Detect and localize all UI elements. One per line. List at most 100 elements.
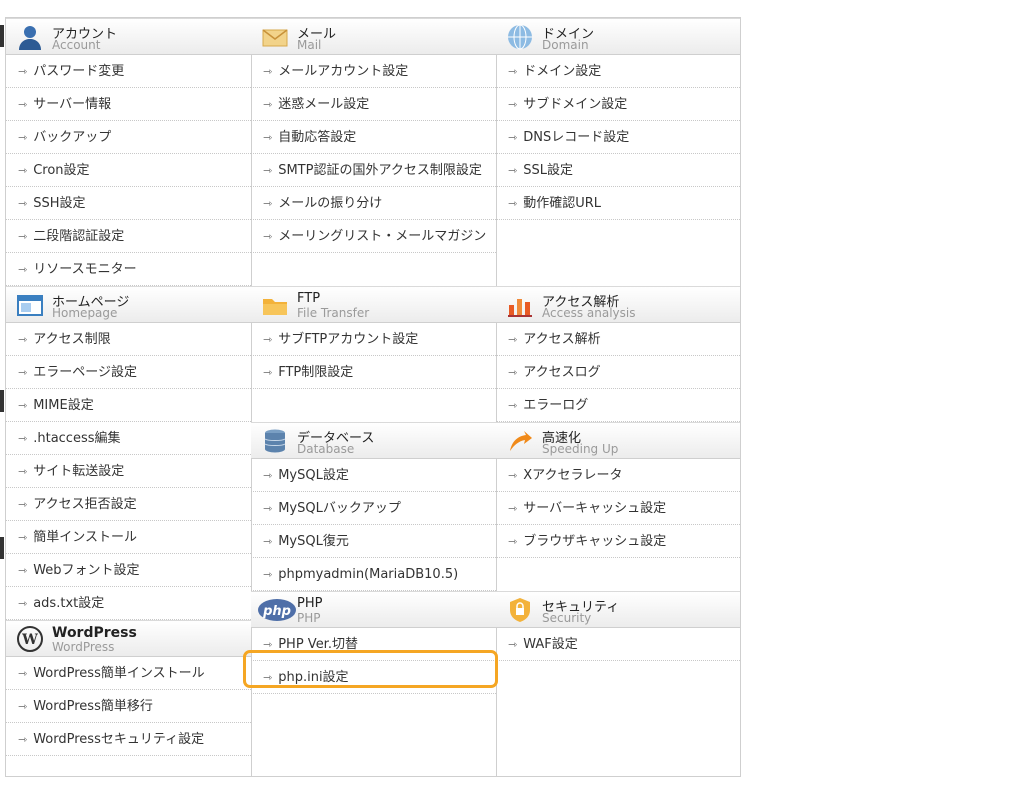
- section-subtitle: Homepage: [52, 306, 118, 320]
- menu-link-label: WAF設定: [523, 637, 578, 652]
- menu-link-wordpress-0[interactable]: ⇾ WordPress簡単インストール: [6, 657, 251, 690]
- arrow-icon: ⇾: [508, 197, 518, 210]
- menu-link-mail-2[interactable]: ⇾ 自動応答設定: [251, 121, 496, 154]
- folder-icon: [261, 291, 289, 319]
- menu-link-access-0[interactable]: ⇾ アクセス解析: [496, 323, 740, 356]
- menu-link-homepage-6[interactable]: ⇾ 簡単インストール: [6, 521, 251, 554]
- arrow-icon: ⇾: [508, 333, 518, 346]
- envelope-icon: [261, 23, 289, 51]
- left-edge-marker: [0, 390, 4, 412]
- menu-link-access-2[interactable]: ⇾ エラーログ: [496, 389, 740, 422]
- menu-link-mail-4[interactable]: ⇾ メールの振り分け: [251, 187, 496, 220]
- menu-link-label: FTP制限設定: [278, 365, 354, 380]
- menu-link-mail-5[interactable]: ⇾ メーリングリスト・メールマガジン: [251, 220, 496, 253]
- menu-link-ftp-0[interactable]: ⇾ サブFTPアカウント設定: [251, 323, 496, 356]
- empty-cell: [496, 220, 740, 253]
- menu-link-database-1[interactable]: ⇾ MySQLバックアップ: [251, 492, 496, 525]
- menu-link-label: MySQL設定: [278, 468, 349, 483]
- arrow-icon: ⇾: [18, 65, 28, 78]
- bar-chart-icon: [506, 291, 534, 319]
- menu-link-label: ブラウザキャッシュ設定: [523, 534, 667, 549]
- menu-link-label: バックアップ: [33, 130, 112, 145]
- section-header-php: php PHP PHP: [251, 591, 496, 628]
- menu-link-label: WordPress簡単インストール: [33, 666, 205, 681]
- section-subtitle: Speeding Up: [542, 442, 619, 456]
- arrow-icon: ⇾: [18, 733, 28, 746]
- menu-link-homepage-4[interactable]: ⇾ サイト転送設定: [6, 455, 251, 488]
- section-subtitle: File Transfer: [297, 306, 370, 320]
- section-subtitle: Database: [297, 442, 355, 456]
- empty-cell: [496, 253, 740, 286]
- arrow-icon: ⇾: [263, 366, 273, 379]
- menu-link-label: Xアクセラレータ: [523, 468, 623, 483]
- section-subtitle: Security: [542, 611, 592, 625]
- menu-link-ftp-1[interactable]: ⇾ FTP制限設定: [251, 356, 496, 389]
- arrow-icon: ⇾: [18, 432, 28, 445]
- menu-link-label: WordPressセキュリティ設定: [33, 732, 205, 747]
- menu-link-homepage-7[interactable]: ⇾ Webフォント設定: [6, 554, 251, 587]
- menu-link-database-0[interactable]: ⇾ MySQL設定: [251, 459, 496, 492]
- arrow-icon: ⇾: [263, 333, 273, 346]
- menu-link-php-0[interactable]: ⇾ PHP Ver.切替: [251, 628, 496, 661]
- menu-link-access-1[interactable]: ⇾ アクセスログ: [496, 356, 740, 389]
- menu-link-security-0[interactable]: ⇾ WAF設定: [496, 628, 740, 661]
- menu-link-mail-3[interactable]: ⇾ SMTP認証の国外アクセス制限設定: [251, 154, 496, 187]
- menu-link-account-4[interactable]: ⇾ SSH設定: [6, 187, 251, 220]
- section-header-wordpress: W WordPress WordPress: [6, 620, 251, 657]
- menu-link-label: サーバー情報: [33, 97, 112, 112]
- menu-link-homepage-5[interactable]: ⇾ アクセス拒否設定: [6, 488, 251, 521]
- menu-link-domain-2[interactable]: ⇾ DNSレコード設定: [496, 121, 740, 154]
- menu-link-homepage-3[interactable]: ⇾ .htaccess編集: [6, 422, 251, 455]
- menu-link-account-2[interactable]: ⇾ バックアップ: [6, 121, 251, 154]
- svg-text:W: W: [21, 632, 38, 648]
- menu-link-label: 迷惑メール設定: [278, 97, 370, 112]
- arrow-icon: ⇾: [18, 131, 28, 144]
- arrow-icon: ⇾: [18, 366, 28, 379]
- menu-link-account-0[interactable]: ⇾ パスワード変更: [6, 55, 251, 88]
- menu-link-homepage-2[interactable]: ⇾ MIME設定: [6, 389, 251, 422]
- section-subtitle: WordPress: [52, 640, 115, 654]
- menu-link-label: MySQL復元: [278, 534, 349, 549]
- arrow-icon: ⇾: [508, 638, 518, 651]
- menu-link-account-6[interactable]: ⇾ リソースモニター: [6, 253, 251, 286]
- section-header-ftp: FTP File Transfer: [251, 286, 496, 323]
- menu-link-label: 二段階認証設定: [33, 229, 125, 244]
- globe-icon: [506, 23, 534, 51]
- menu-link-domain-0[interactable]: ⇾ ドメイン設定: [496, 55, 740, 88]
- menu-link-mail-1[interactable]: ⇾ 迷惑メール設定: [251, 88, 496, 121]
- menu-link-php-1[interactable]: ⇾ php.ini設定: [251, 661, 496, 694]
- empty-cell: [251, 389, 496, 422]
- arrow-icon: ⇾: [18, 667, 28, 680]
- menu-link-label: パスワード変更: [33, 64, 125, 79]
- menu-link-speed-1[interactable]: ⇾ サーバーキャッシュ設定: [496, 492, 740, 525]
- menu-link-speed-2[interactable]: ⇾ ブラウザキャッシュ設定: [496, 525, 740, 558]
- menu-column-right: ドメイン Domain ⇾ ドメイン設定 ⇾ サブドメイン設定 ⇾ DNSレコード設定 ⇾ SSL…: [496, 18, 740, 776]
- menu-link-label: サブドメイン設定: [523, 97, 628, 112]
- menu-link-homepage-0[interactable]: ⇾ アクセス制限: [6, 323, 251, 356]
- menu-link-wordpress-1[interactable]: ⇾ WordPress簡単移行: [6, 690, 251, 723]
- arrow-icon: ⇾: [263, 164, 273, 177]
- menu-link-homepage-8[interactable]: ⇾ ads.txt設定: [6, 587, 251, 620]
- menu-link-speed-0[interactable]: ⇾ Xアクセラレータ: [496, 459, 740, 492]
- menu-link-domain-4[interactable]: ⇾ 動作確認URL: [496, 187, 740, 220]
- menu-link-database-3[interactable]: ⇾ phpmyadmin(MariaDB10.5): [251, 558, 496, 591]
- arrow-icon: ⇾: [508, 399, 518, 412]
- menu-column-middle: メール Mail ⇾ メールアカウント設定 ⇾ 迷惑メール設定 ⇾ 自動応答設定 ⇾ SMTP認証…: [251, 18, 497, 776]
- arrow-icon: ⇾: [508, 535, 518, 548]
- menu-link-wordpress-2[interactable]: ⇾ WordPressセキュリティ設定: [6, 723, 251, 756]
- arrow-icon: ⇾: [18, 98, 28, 111]
- arrow-icon: ⇾: [18, 564, 28, 577]
- menu-link-database-2[interactable]: ⇾ MySQL復元: [251, 525, 496, 558]
- arrow-icon: ⇾: [263, 98, 273, 111]
- arrow-icon: ⇾: [263, 568, 273, 581]
- menu-link-mail-0[interactable]: ⇾ メールアカウント設定: [251, 55, 496, 88]
- menu-link-account-5[interactable]: ⇾ 二段階認証設定: [6, 220, 251, 253]
- menu-link-domain-3[interactable]: ⇾ SSL設定: [496, 154, 740, 187]
- menu-link-homepage-1[interactable]: ⇾ エラーページ設定: [6, 356, 251, 389]
- menu-link-account-1[interactable]: ⇾ サーバー情報: [6, 88, 251, 121]
- menu-link-account-3[interactable]: ⇾ Cron設定: [6, 154, 251, 187]
- menu-link-label: メールアカウント設定: [278, 64, 409, 79]
- menu-link-domain-1[interactable]: ⇾ サブドメイン設定: [496, 88, 740, 121]
- menu-link-label: SMTP認証の国外アクセス制限設定: [278, 163, 482, 178]
- arrow-icon: ⇾: [18, 597, 28, 610]
